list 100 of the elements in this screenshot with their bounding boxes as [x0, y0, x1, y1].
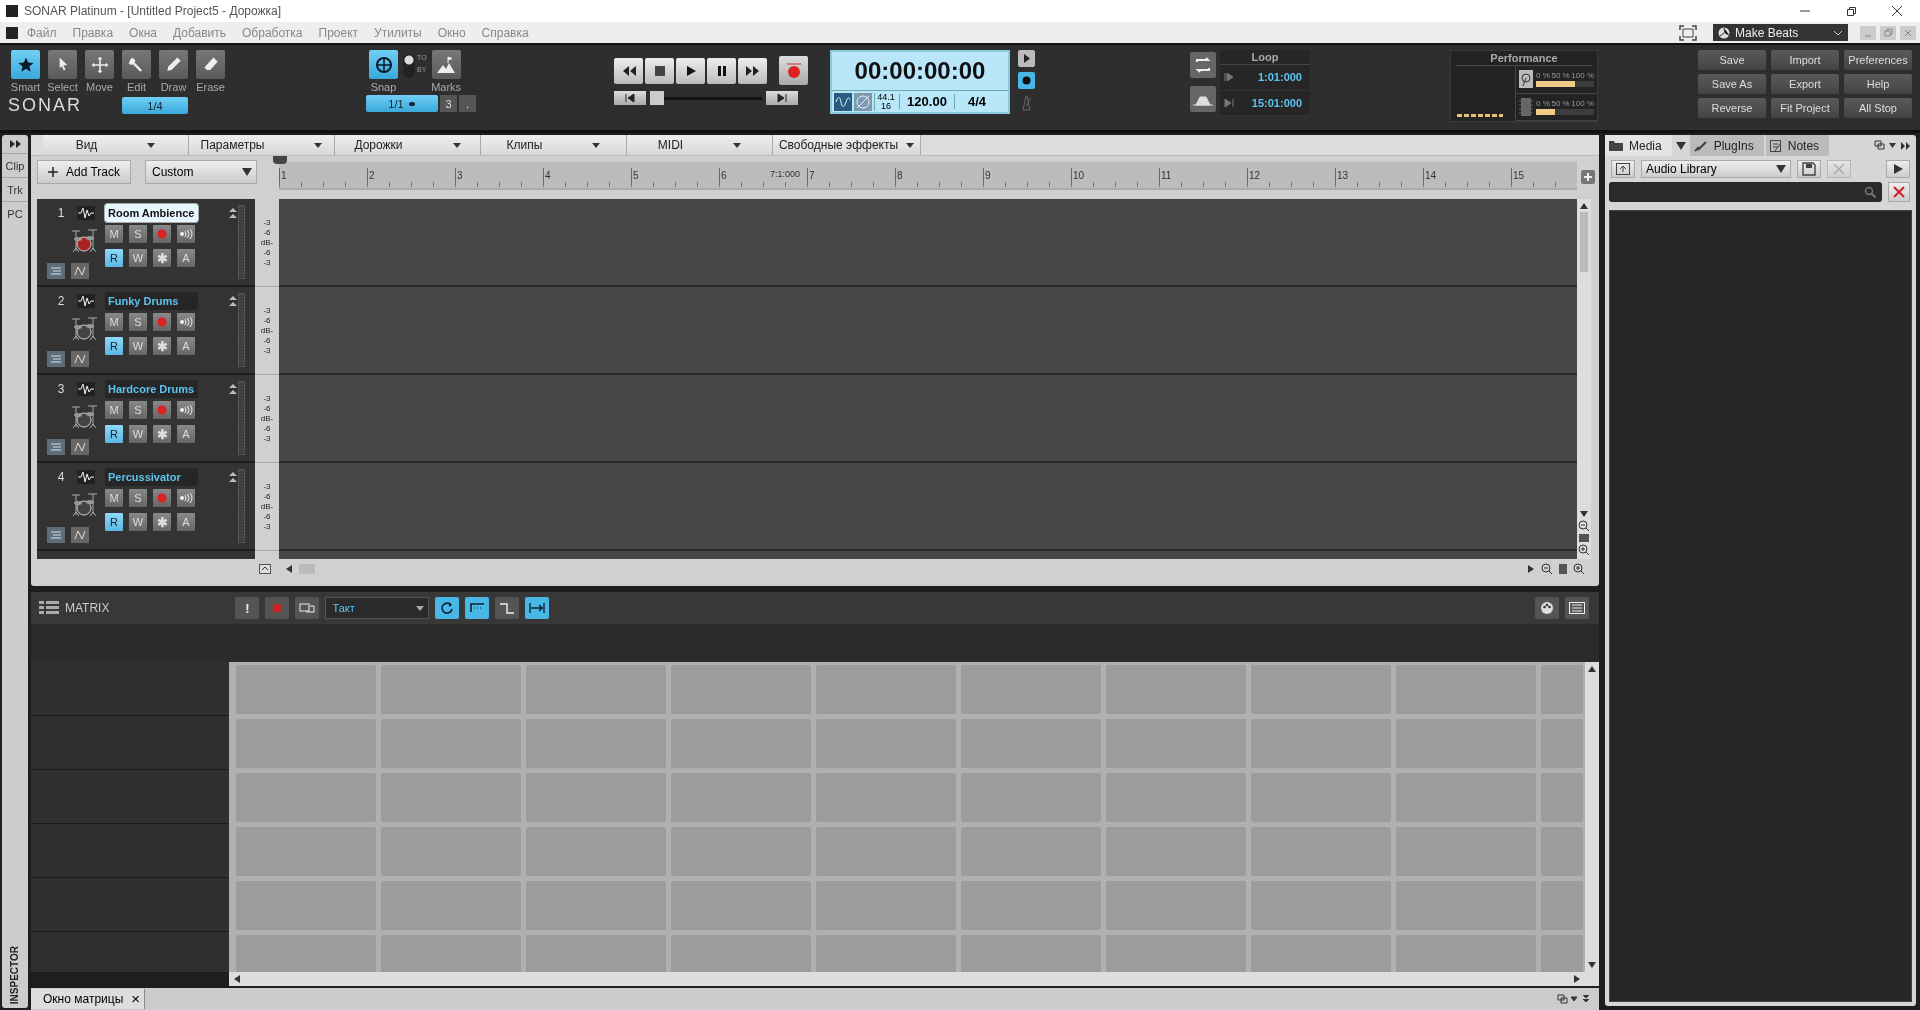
record-button[interactable] — [779, 56, 808, 85]
inspector-tab[interactable]: Trk — [2, 177, 28, 201]
archive-button[interactable]: A — [177, 337, 195, 355]
freeze-button[interactable]: ✱ — [153, 337, 171, 355]
fit-range-icon[interactable] — [1190, 86, 1216, 112]
dotted-button[interactable]: . — [459, 95, 476, 112]
toolbar-button[interactable]: Preferences — [1844, 50, 1912, 70]
track-name-field[interactable]: Percussivator — [105, 468, 198, 486]
record-arm-button[interactable] — [153, 313, 171, 331]
fast-forward-button[interactable] — [738, 57, 767, 84]
solo-button[interactable]: S — [129, 401, 147, 419]
view-menu[interactable]: MIDI — [627, 135, 773, 155]
solo-button[interactable]: S — [129, 225, 147, 243]
row-header[interactable] — [31, 662, 229, 716]
browser-tab[interactable]: Notes — [1765, 135, 1830, 156]
write-automation-button[interactable]: W — [129, 425, 147, 443]
tool-button[interactable] — [85, 50, 114, 79]
clip-slot[interactable] — [961, 935, 1101, 972]
view-menu[interactable]: Вид — [43, 135, 189, 155]
play-button[interactable] — [676, 57, 705, 84]
now-time-handle[interactable] — [273, 156, 287, 164]
search-field[interactable] — [1609, 182, 1882, 202]
snap-mode-toggle[interactable] — [403, 54, 415, 78]
scroll-up-icon[interactable] — [1587, 665, 1597, 673]
palette-button[interactable] — [1535, 597, 1559, 619]
up-folder-button[interactable] — [1611, 160, 1635, 178]
toolbar-button[interactable]: Export — [1771, 74, 1839, 94]
time-readout[interactable]: 00:00:00:00 — [832, 52, 1008, 90]
loop-end[interactable]: 15:01:000 — [1251, 96, 1302, 109]
toolbar-button[interactable]: Save As — [1698, 74, 1766, 94]
preset-dropdown[interactable]: Custom — [145, 160, 258, 184]
clip-slot[interactable] — [236, 935, 376, 972]
matrix-window-tab[interactable]: Окно матрицы — [31, 989, 132, 1009]
zoom-out-icon[interactable] — [1541, 562, 1553, 575]
read-automation-button[interactable]: R — [105, 513, 123, 531]
record-arm-button[interactable] — [153, 225, 171, 243]
expand-icon[interactable] — [7, 138, 23, 150]
scroll-down-icon[interactable] — [1587, 961, 1597, 969]
toolbar-button[interactable]: Import — [1771, 50, 1839, 70]
track-name-field[interactable]: Room Ambience — [105, 204, 198, 222]
preview-play-button[interactable] — [1886, 160, 1910, 178]
solo-button[interactable]: S — [129, 313, 147, 331]
input-echo-button[interactable] — [177, 401, 195, 419]
track-name-field[interactable]: Funky Drums — [105, 292, 198, 310]
dropdown-icon[interactable] — [1675, 141, 1686, 150]
resolution-field[interactable]: 1/4 — [122, 97, 188, 114]
inspector-tab[interactable]: Clip — [2, 153, 28, 177]
trigger-button[interactable] — [465, 597, 490, 619]
file-list[interactable] — [1609, 210, 1912, 1002]
zoom-slider-icon[interactable] — [1559, 563, 1567, 574]
clips-pane[interactable] — [279, 199, 1577, 559]
tool-button[interactable] — [11, 50, 40, 79]
add-track-button[interactable]: Add Track — [37, 160, 132, 184]
archive-button[interactable]: A — [177, 513, 195, 531]
rewind-button[interactable] — [614, 57, 643, 84]
zoom-in-icon[interactable] — [1578, 544, 1590, 556]
list-button[interactable] — [1565, 597, 1589, 619]
track-header[interactable]: 2 Funky Drums M S R W ✱ A — [37, 287, 255, 375]
solo-button[interactable]: S — [129, 489, 147, 507]
mute-button[interactable]: M — [105, 401, 123, 419]
pause-button[interactable] — [707, 57, 736, 84]
tool-button[interactable] — [196, 50, 225, 79]
read-automation-button[interactable]: R — [105, 337, 123, 355]
minimize-icon[interactable] — [1860, 25, 1876, 40]
freeze-button[interactable]: ✱ — [153, 425, 171, 443]
fullscreen-icon[interactable] — [1679, 24, 1697, 41]
scrollbar-thumb[interactable] — [1580, 212, 1588, 272]
row-header[interactable] — [31, 824, 229, 878]
read-automation-button[interactable]: R — [105, 425, 123, 443]
go-to-start-button[interactable] — [614, 91, 646, 105]
panel-toggle-icon[interactable] — [259, 563, 271, 574]
track-lanes-button[interactable] — [47, 439, 65, 455]
scroll-left-icon[interactable] — [233, 974, 241, 984]
restore-icon[interactable] — [1880, 25, 1896, 40]
inspector-label[interactable]: INSPECTOR — [9, 945, 21, 1004]
freeze-button[interactable]: ✱ — [153, 513, 171, 531]
browser-tab[interactable]: Media — [1605, 135, 1672, 156]
clip-slot[interactable] — [816, 935, 956, 972]
scroll-up-icon[interactable] — [1579, 202, 1589, 210]
stop-button[interactable] — [645, 57, 674, 84]
clip-slot[interactable] — [526, 935, 666, 972]
read-automation-button[interactable]: R — [105, 249, 123, 267]
input-echo-button[interactable] — [177, 489, 195, 507]
input-echo-button[interactable] — [177, 313, 195, 331]
freeze-button[interactable]: ✱ — [153, 249, 171, 267]
zoom-out-icon[interactable] — [1578, 520, 1590, 532]
clear-search-button[interactable] — [1888, 182, 1910, 202]
zoom-in-icon[interactable] — [1573, 562, 1585, 575]
follow-button[interactable] — [525, 597, 550, 619]
view-menu[interactable]: Параметры — [189, 135, 335, 155]
row-header[interactable] — [31, 770, 229, 824]
inspector-tab[interactable]: PC — [2, 201, 28, 225]
tempo-readout[interactable]: 120.00 — [899, 94, 955, 109]
scroll-right-icon[interactable] — [1527, 563, 1535, 574]
save-button[interactable] — [1797, 160, 1821, 178]
close-icon[interactable] — [1900, 25, 1916, 40]
clip-slot[interactable] — [1106, 935, 1246, 972]
loop-icon[interactable] — [1190, 52, 1216, 78]
track-name-field[interactable]: Hardcore Drums — [105, 380, 198, 398]
view-menu[interactable]: Дорожки — [335, 135, 481, 155]
